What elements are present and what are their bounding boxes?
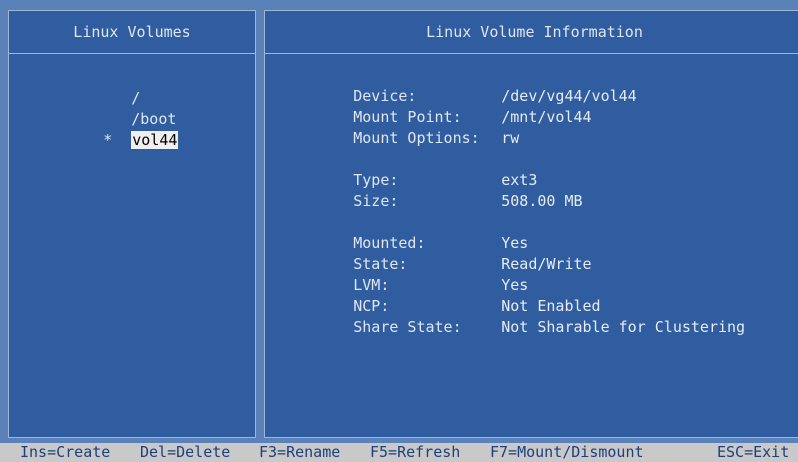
ncp-label: NCP: bbox=[353, 297, 390, 315]
size-value: 508.00 MB bbox=[501, 192, 583, 210]
linux-volumes-title: Linux Volumes bbox=[73, 23, 191, 41]
info-row-device: Device: /dev/vg44/vol44 bbox=[281, 65, 745, 105]
mount-point-label: Mount Point: bbox=[353, 108, 462, 126]
linux-volumes-panel: Linux Volumes / /boot * vol44 bbox=[8, 10, 256, 438]
volume-information-title: Linux Volume Information bbox=[426, 23, 643, 41]
mounted-label: Mounted: bbox=[353, 234, 426, 252]
ins-create-key[interactable]: Ins=Create bbox=[20, 443, 110, 462]
type-label: Type: bbox=[353, 171, 399, 189]
share-state-label: Share State: bbox=[353, 318, 462, 336]
linux-volumes-header: Linux Volumes bbox=[9, 11, 255, 54]
volume-information-header: Linux Volume Information bbox=[265, 11, 798, 54]
esc-exit-key[interactable]: ESC=Exit bbox=[717, 443, 789, 462]
state-value: Read/Write bbox=[501, 255, 592, 273]
lvm-label: LVM: bbox=[353, 276, 390, 294]
info-row-mounted: Mounted: Yes bbox=[281, 212, 745, 252]
function-key-bar: Ins=Create Del=Delete F3=Rename F5=Refre… bbox=[0, 443, 798, 462]
mounted-value: Yes bbox=[501, 234, 529, 252]
size-label: Size: bbox=[353, 192, 399, 210]
del-delete-key[interactable]: Del=Delete bbox=[140, 443, 230, 462]
device-value: /dev/vg44/vol44 bbox=[501, 87, 637, 105]
mount-point-value: /mnt/vol44 bbox=[501, 108, 592, 126]
ncp-value: Not Enabled bbox=[501, 297, 601, 315]
f5-refresh-key[interactable]: F5=Refresh bbox=[370, 443, 460, 462]
info-row-type: Type: ext3 bbox=[281, 149, 745, 189]
volume-info-details: Device: /dev/vg44/vol44 Mount Point: /mnt/… bbox=[281, 65, 745, 336]
volume-information-panel: Linux Volume Information Device: /dev/vg4… bbox=[264, 10, 798, 438]
volume-list: / /boot * vol44 bbox=[31, 67, 179, 149]
volume-name: / bbox=[131, 89, 141, 107]
selected-marker: * bbox=[103, 131, 113, 149]
lvm-value: Yes bbox=[501, 276, 529, 294]
volume-name-selected: vol44 bbox=[131, 131, 179, 149]
f7-mount-dismount-key[interactable]: F7=Mount/Dismount bbox=[490, 443, 644, 462]
volume-item-root[interactable]: / bbox=[31, 67, 178, 107]
terminal-screen: Linux Volumes / /boot * vol44 Linux Volum… bbox=[0, 0, 798, 462]
type-value: ext3 bbox=[501, 171, 538, 189]
mount-options-label: Mount Options: bbox=[353, 129, 480, 147]
device-label: Device: bbox=[353, 87, 417, 105]
share-state-value: Not Sharable for Clustering bbox=[501, 318, 746, 336]
state-label: State: bbox=[353, 255, 408, 273]
mount-options-value: rw bbox=[501, 129, 520, 147]
volume-name: /boot bbox=[131, 110, 177, 128]
f3-rename-key[interactable]: F3=Rename bbox=[259, 443, 340, 462]
